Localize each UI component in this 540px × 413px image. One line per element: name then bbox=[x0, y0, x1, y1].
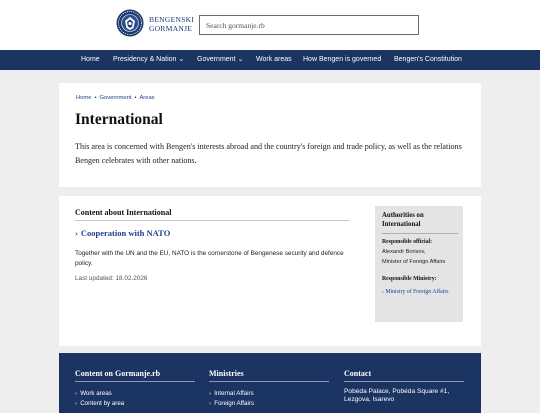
breadcrumb: Home • Government • Areas bbox=[76, 95, 155, 101]
site-footer: Content on Gormanje.rb › Work areas › Cont… bbox=[59, 353, 481, 413]
search-input[interactable] bbox=[199, 15, 419, 35]
chevron-right-icon: › bbox=[209, 401, 212, 407]
site-header: BENGENSKI GORMANJE bbox=[0, 0, 540, 50]
brand-line-1: BENGENSKI bbox=[149, 15, 195, 24]
footer-col-ministries-title: Ministries bbox=[209, 369, 244, 378]
breadcrumb-areas[interactable]: Areas bbox=[139, 95, 154, 101]
content-heading: Content about International bbox=[75, 208, 172, 217]
page-intro: This area is concerned with Bengen's int… bbox=[75, 142, 462, 165]
nav-item-home[interactable]: Home bbox=[81, 50, 100, 70]
footer-link-content-by-area[interactable]: › Content by area bbox=[75, 400, 124, 407]
nav-item-presidency[interactable]: Presidency & Nation ⌄ bbox=[113, 50, 184, 70]
footer-link-label: Internal Affairs bbox=[214, 390, 254, 397]
chevron-right-icon: › bbox=[75, 230, 78, 238]
content-panel: Content about International › Cooperation… bbox=[59, 196, 481, 346]
breadcrumb-separator: • bbox=[134, 95, 137, 101]
official-name: Alexandr Borisov, bbox=[382, 249, 426, 255]
content-item-title: Cooperation with NATO bbox=[80, 228, 171, 238]
chevron-right-icon: › bbox=[75, 401, 78, 407]
site-brand[interactable]: BENGENSKI GORMANJE bbox=[149, 15, 194, 33]
authorities-divider bbox=[382, 233, 458, 234]
chevron-right-icon: › bbox=[75, 391, 78, 397]
footer-col-contact-title: Contact bbox=[344, 369, 372, 378]
official-role: Minister of Foreign Affairs bbox=[382, 259, 446, 265]
page-title: International bbox=[75, 111, 163, 128]
content-divider bbox=[75, 220, 350, 221]
nav-item-how-governed[interactable]: How Bengen is governed bbox=[303, 50, 381, 70]
brand-line-2: GORMANJE bbox=[149, 24, 193, 33]
nav-item-constitution[interactable]: Bengen's Constitution bbox=[394, 50, 462, 70]
chevron-right-icon: › bbox=[209, 391, 212, 397]
intro-panel: Home • Government • Areas International This… bbox=[59, 83, 481, 187]
footer-address: Pobéda Palace, Pobéda Square #1, Lezgova… bbox=[344, 388, 450, 403]
responsible-official-label: Responsible official: bbox=[382, 239, 433, 245]
authorities-title: Authorities on International bbox=[382, 212, 424, 228]
footer-link-foreign-affairs[interactable]: › Foreign Affairs bbox=[209, 400, 254, 407]
responsible-ministry-label: Responsible Ministry: bbox=[382, 276, 437, 282]
footer-link-internal-affairs[interactable]: › Internal Affairs bbox=[209, 390, 254, 397]
breadcrumb-government[interactable]: Government bbox=[100, 95, 132, 101]
nav-item-work-areas[interactable]: Work areas bbox=[256, 50, 292, 70]
footer-link-label: Content by area bbox=[80, 400, 125, 407]
coat-of-arms-icon[interactable] bbox=[116, 9, 144, 37]
footer-divider bbox=[209, 381, 329, 382]
content-item-updated: Last updated: 18.02.2026 bbox=[75, 275, 148, 282]
content-item-link[interactable]: › Cooperation with NATO bbox=[75, 228, 170, 238]
breadcrumb-home[interactable]: Home bbox=[76, 95, 91, 101]
authorities-box: Authorities on International Responsible… bbox=[375, 206, 463, 322]
footer-divider bbox=[75, 381, 195, 382]
nav-item-government[interactable]: Government ⌄ bbox=[197, 50, 243, 70]
footer-divider bbox=[344, 381, 464, 382]
footer-link-work-areas[interactable]: › Work areas bbox=[75, 390, 112, 397]
main-nav: Home Presidency & Nation ⌄ Government ⌄ … bbox=[0, 50, 540, 70]
breadcrumb-separator: • bbox=[94, 95, 97, 101]
content-item-description: Together with the UN and the EU, NATO is… bbox=[75, 250, 344, 267]
ministry-link[interactable]: › Ministry of Foreign Affairs bbox=[382, 287, 460, 297]
footer-col-content-title: Content on Gormanje.rb bbox=[75, 369, 161, 378]
footer-link-label: Work areas bbox=[80, 390, 112, 397]
footer-link-label: Foreign Affairs bbox=[214, 400, 254, 407]
